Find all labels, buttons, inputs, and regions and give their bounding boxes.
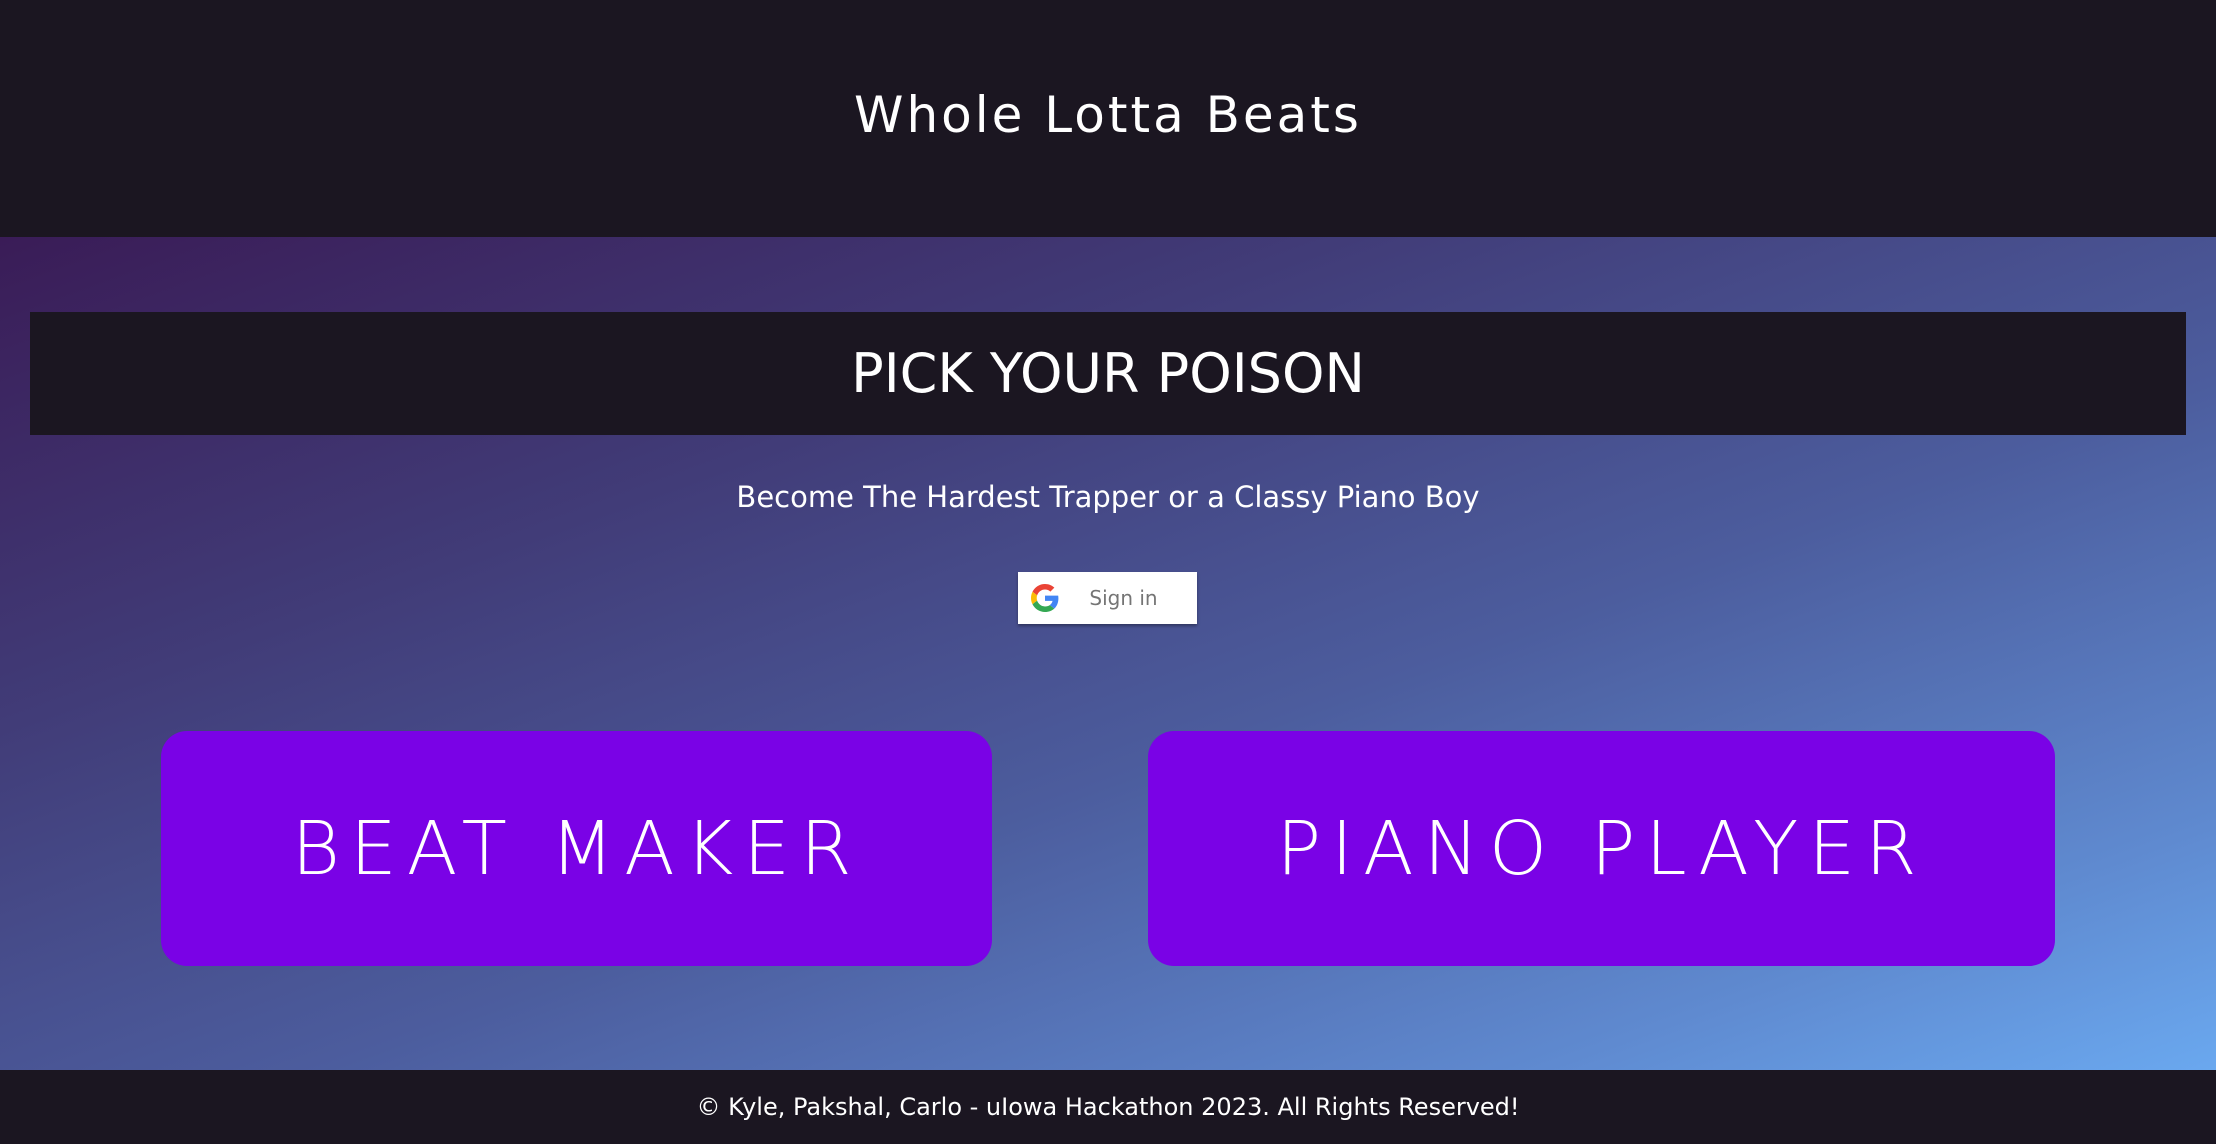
site-footer: © Kyle, Pakshal, Carlo - uIowa Hackathon… bbox=[0, 1070, 2216, 1144]
beat-maker-label: BEAT MAKER bbox=[291, 805, 862, 892]
main-section: PICK YOUR POISON Become The Hardest Trap… bbox=[0, 237, 2216, 1070]
signin-label: Sign in bbox=[1089, 586, 1158, 610]
beat-maker-button[interactable]: BEAT MAKER bbox=[161, 731, 992, 966]
banner: PICK YOUR POISON bbox=[30, 312, 2186, 435]
google-signin-button[interactable]: Sign in bbox=[1018, 572, 1197, 624]
site-title: Whole Lotta Beats bbox=[854, 86, 1362, 144]
google-icon bbox=[1028, 581, 1062, 615]
piano-player-button[interactable]: PIANO PLAYER bbox=[1148, 731, 2055, 966]
subtitle: Become The Hardest Trapper or a Classy P… bbox=[736, 480, 1480, 514]
site-header: Whole Lotta Beats bbox=[0, 0, 2216, 237]
footer-copyright: © Kyle, Pakshal, Carlo - uIowa Hackathon… bbox=[696, 1093, 1520, 1121]
banner-title: PICK YOUR POISON bbox=[851, 342, 1365, 405]
piano-player-label: PIANO PLAYER bbox=[1276, 805, 1927, 892]
